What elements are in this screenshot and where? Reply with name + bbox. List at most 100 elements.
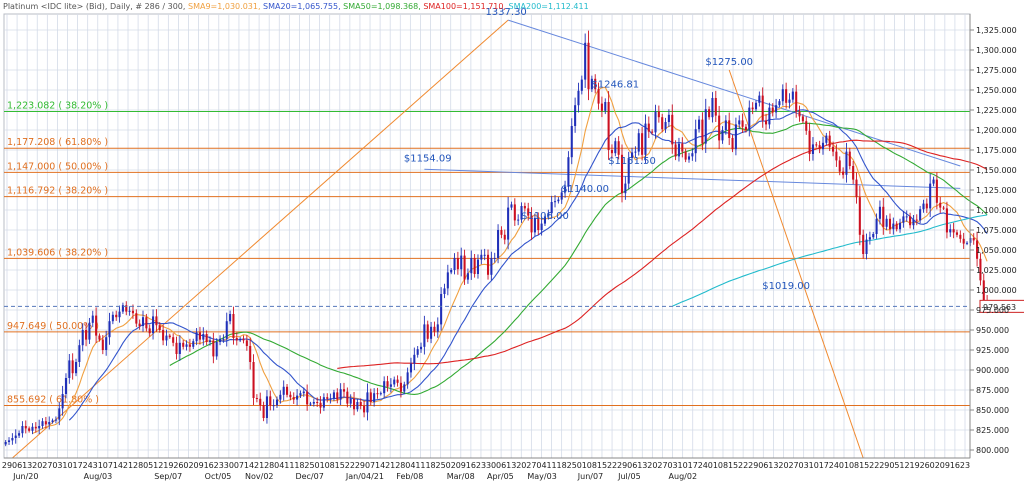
candle-body: [775, 105, 778, 113]
candle-body: [286, 386, 289, 395]
candle-body: [965, 242, 969, 244]
candle-body: [413, 354, 416, 364]
candle-body: [279, 394, 282, 400]
candle-body: [801, 116, 804, 122]
candle: [497, 224, 500, 264]
candle-body: [818, 145, 821, 150]
candle-body: [486, 254, 490, 275]
candle-body: [738, 120, 741, 125]
candle-body: [11, 438, 14, 441]
grid: [3, 13, 971, 459]
candle-body: [215, 342, 218, 357]
candle-body: [58, 408, 61, 420]
candle-body: [249, 346, 252, 362]
x-tick-label: 03: [799, 461, 809, 470]
x-tick-label: 05: [889, 461, 899, 470]
candle-body: [912, 219, 915, 226]
x-tick-label: 01: [839, 461, 849, 470]
candle-body: [848, 151, 851, 166]
candle-body: [31, 426, 34, 431]
candle-body: [507, 207, 510, 240]
candle-body: [440, 294, 443, 325]
fib-level-label: 1,116.792 ( 38.20% ): [7, 186, 108, 197]
candle-body: [811, 144, 814, 154]
x-tick-label: 09: [194, 461, 204, 470]
candle-body: [845, 151, 848, 175]
candle-body: [353, 398, 356, 410]
x-tick-label: 20: [778, 461, 788, 470]
candle-body: [168, 335, 171, 338]
candle-body: [399, 382, 402, 392]
x-period-label: Sep/07: [154, 472, 182, 481]
x-tick-label: 19: [909, 461, 919, 470]
candle-body: [302, 391, 305, 394]
candle-body: [275, 399, 279, 406]
candle-body: [64, 378, 68, 394]
candle-body: [664, 122, 667, 130]
candle-body: [765, 120, 768, 125]
y-tick-label: 850.000: [976, 406, 1009, 415]
x-tick-label: 14: [113, 461, 123, 470]
candle-body: [212, 340, 215, 357]
candle-body: [805, 121, 808, 131]
x-period-label: Jan/04/21: [345, 472, 384, 481]
x-tick-label: 01: [315, 461, 325, 470]
candle-body: [128, 310, 131, 312]
candle-body: [135, 313, 138, 324]
candle-body: [152, 316, 155, 334]
candle-body: [580, 79, 583, 91]
candle-body: [192, 341, 195, 347]
x-tick-label: 25: [567, 461, 577, 470]
price-annotation: $1151.50: [608, 156, 656, 167]
candle-body: [925, 203, 928, 209]
x-period-label: Apr/05: [487, 472, 514, 481]
candle-body: [553, 201, 557, 203]
candle-body: [14, 435, 17, 438]
candle-body: [44, 421, 47, 425]
x-tick-label: 16: [204, 461, 214, 470]
x-tick-label: 31: [93, 461, 103, 470]
candle-body: [430, 326, 433, 339]
candle-body: [235, 338, 238, 341]
candle-body: [426, 324, 429, 339]
candle-body: [339, 389, 342, 400]
y-tick-label: 1,325.000: [976, 26, 1017, 35]
candle-body: [91, 315, 94, 323]
x-tick-label: 23: [960, 461, 970, 470]
candle-body: [641, 133, 644, 155]
candle-body: [21, 426, 24, 434]
x-tick-label: 09: [940, 461, 950, 470]
candle-body: [292, 397, 295, 400]
candle-body: [95, 315, 98, 336]
chart: 1,223.082 ( 38.20% ) 1,177.208 ( 61.80% )…: [0, 0, 1024, 495]
candle-body: [744, 126, 747, 130]
candle-body: [637, 133, 640, 152]
x-tick-label: 25: [304, 461, 314, 470]
x-tick-label: 13: [637, 461, 647, 470]
candle-body: [667, 114, 670, 122]
candle-body: [105, 337, 108, 350]
candle-body: [118, 311, 121, 318]
x-tick-label: 07: [103, 461, 113, 470]
x-tick-label: 24: [829, 461, 839, 470]
x-tick-label: 25: [436, 461, 446, 470]
x-tick-label: 22: [607, 461, 617, 470]
candle-body: [570, 126, 573, 158]
y-tick-label: 975.000: [976, 306, 1009, 315]
fib-level-label: 1,147.000 ( 50.00% ): [7, 161, 108, 172]
price-annotation: $1106.00: [521, 211, 569, 222]
candle-body: [198, 332, 201, 340]
candle-body: [269, 396, 272, 406]
x-tick-label: 27: [526, 461, 536, 470]
x-tick-label: 12: [899, 461, 909, 470]
candle-body: [342, 389, 346, 392]
candle-body: [419, 346, 423, 350]
x-tick-label: 06: [12, 461, 22, 470]
candle-body: [48, 422, 51, 425]
candle-body: [795, 91, 798, 112]
candle-body: [778, 101, 781, 106]
x-tick-label: 20: [647, 461, 657, 470]
candle-body: [111, 314, 114, 322]
candle-body: [138, 323, 141, 326]
candle-body: [939, 202, 942, 208]
